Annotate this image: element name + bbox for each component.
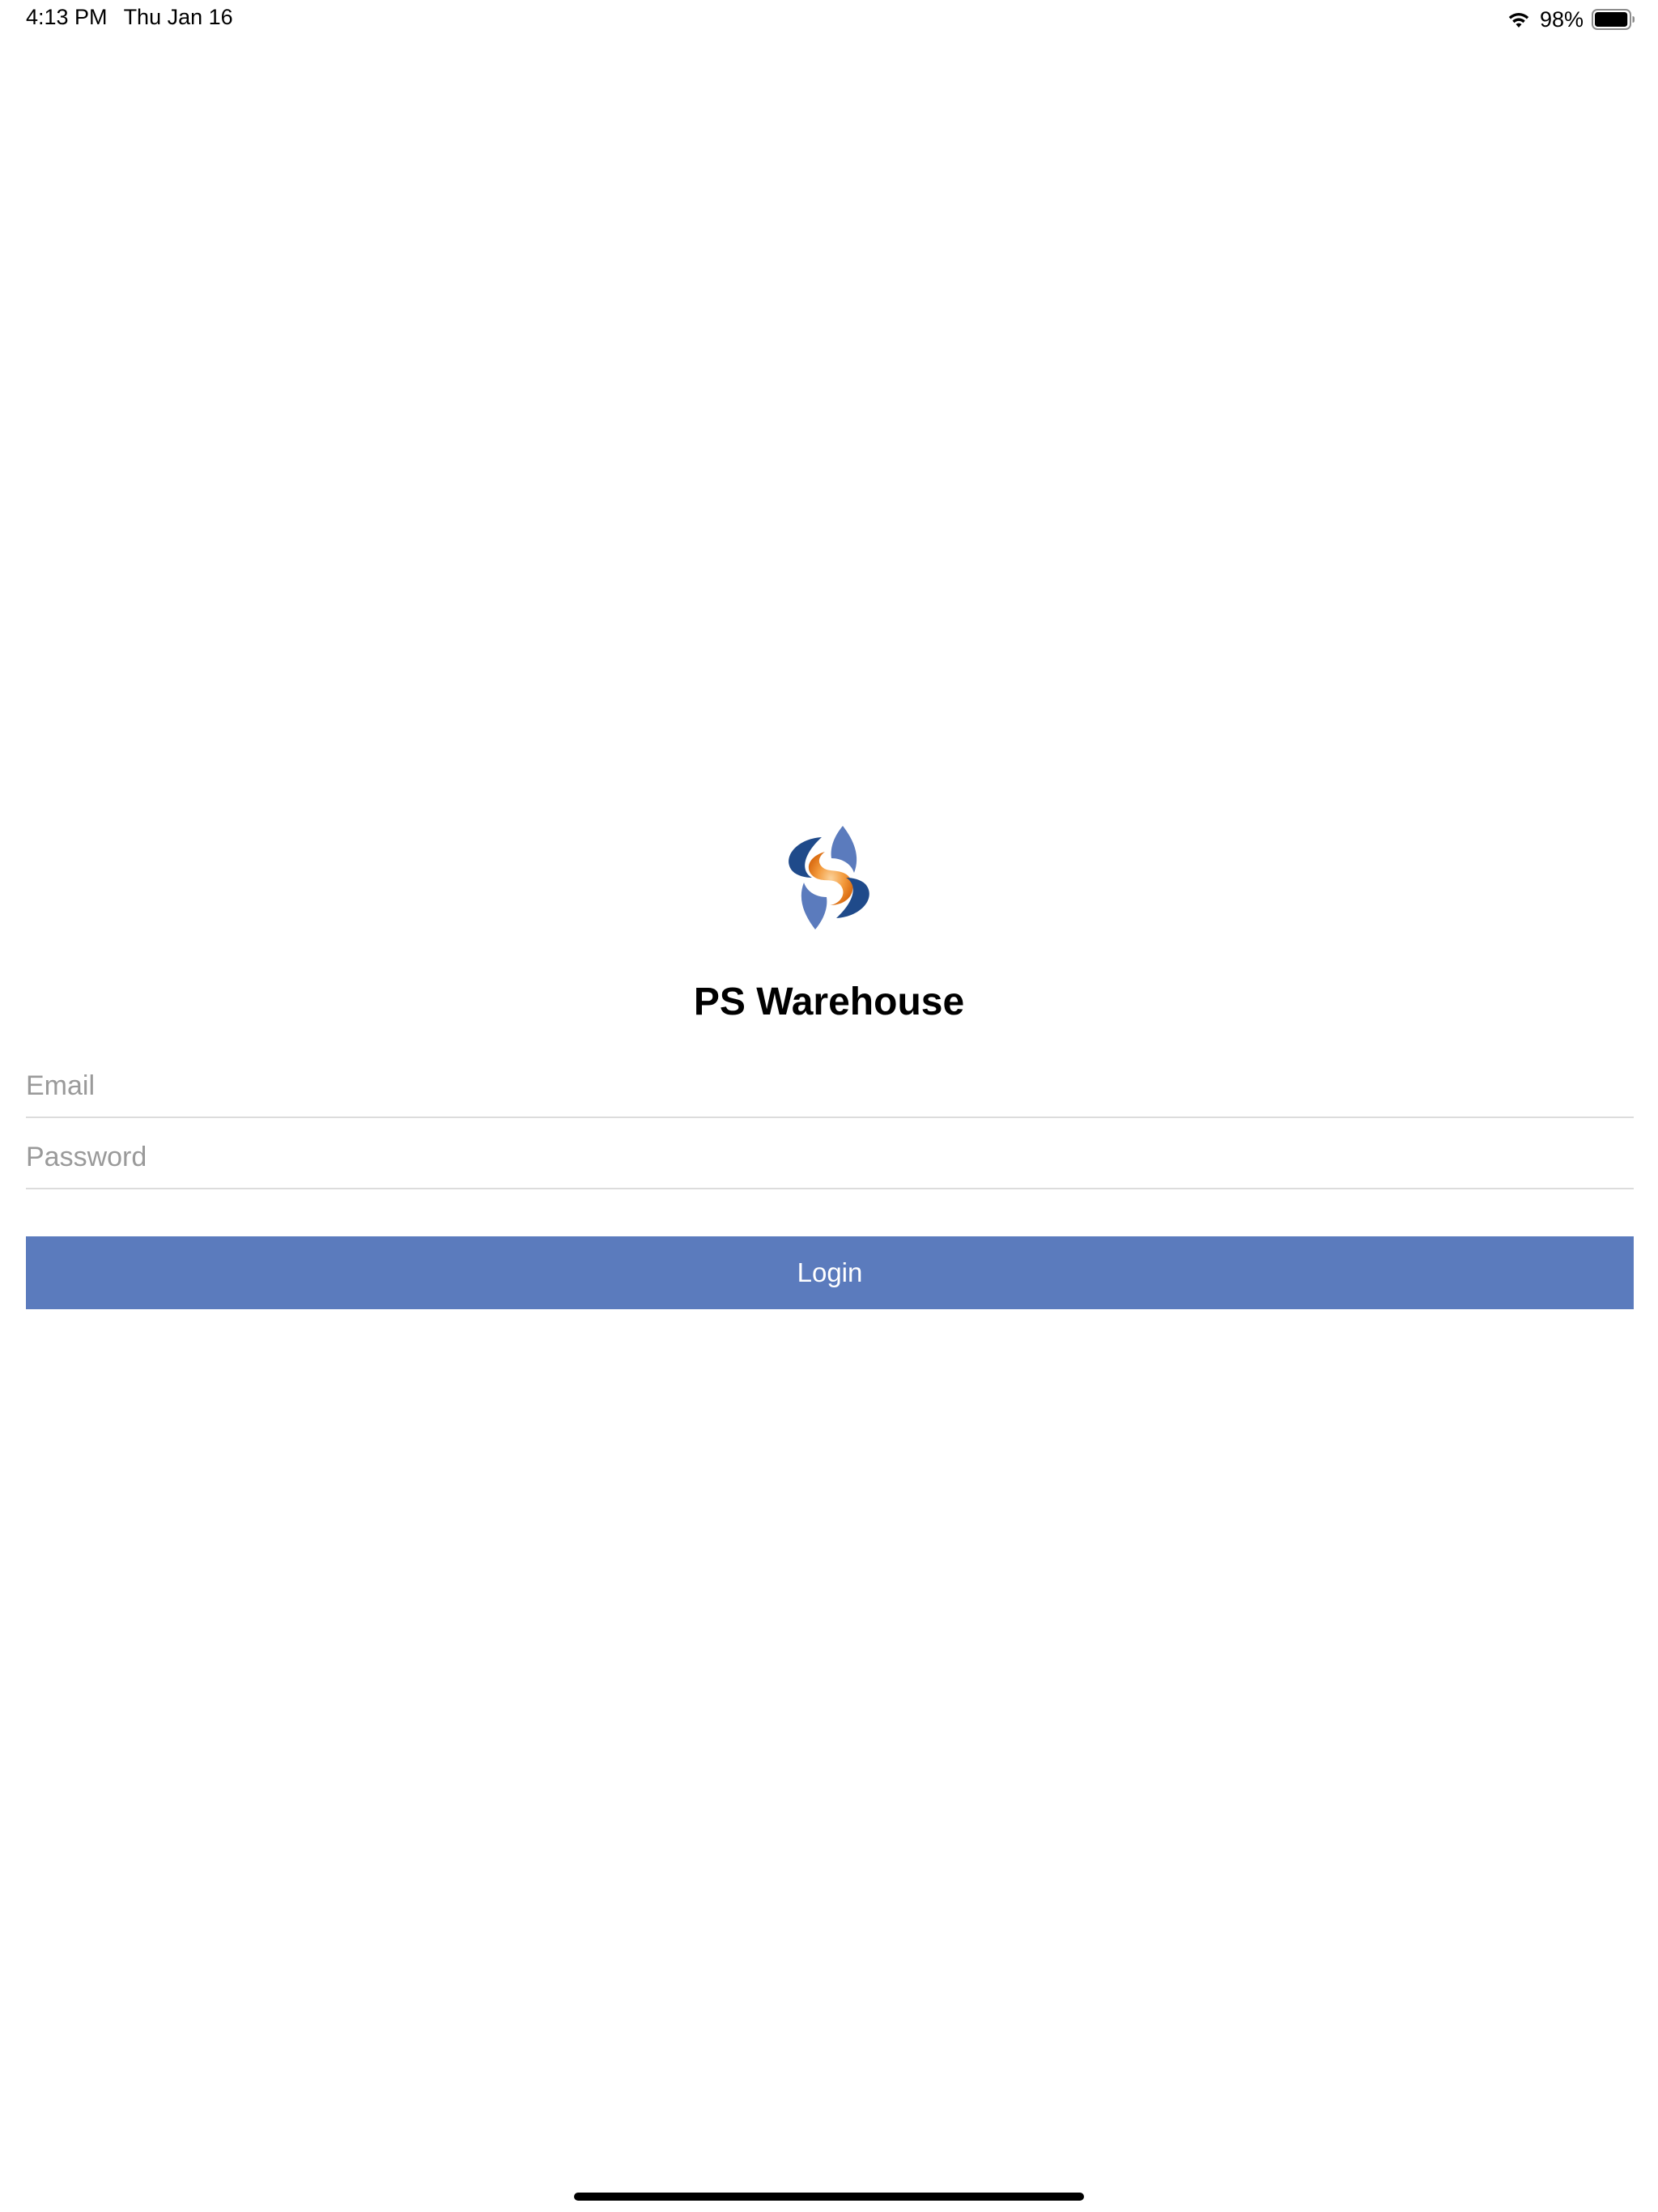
app-title: PS Warehouse <box>693 981 965 1023</box>
password-input[interactable] <box>26 1138 1634 1176</box>
status-time: 4:13 PM <box>26 5 108 29</box>
status-indicators: 98% <box>1506 5 1635 34</box>
login-button[interactable]: Login <box>26 1236 1634 1309</box>
battery-percent: 98% <box>1539 6 1584 32</box>
status-time-date: 4:13 PM Thu Jan 16 <box>26 5 233 30</box>
swirl-logo-icon <box>780 824 878 931</box>
email-input[interactable] <box>26 1066 1634 1105</box>
login-screen: 4:13 PM Thu Jan 16 98% PS Warehouse Emai… <box>0 0 1658 2212</box>
battery-icon <box>1592 9 1635 30</box>
home-indicator[interactable] <box>574 2193 1084 2201</box>
password-field[interactable] <box>26 1118 1634 1189</box>
status-date: Thu Jan 16 <box>123 5 233 29</box>
wifi-icon <box>1506 10 1532 29</box>
status-bar: 4:13 PM Thu Jan 16 98% <box>0 0 1658 39</box>
email-field[interactable] <box>26 1047 1634 1118</box>
